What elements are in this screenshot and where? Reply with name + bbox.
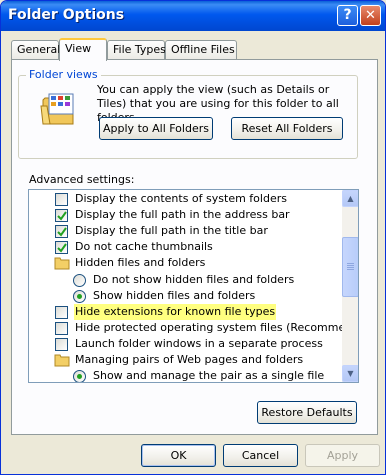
checkbox-checked[interactable] <box>55 209 68 223</box>
apply-button[interactable]: Apply <box>305 444 380 467</box>
tab-strip: General View File Types Offline Files <box>11 38 381 61</box>
advanced-settings-list[interactable]: Display the contents of system folders Di… <box>28 189 359 383</box>
check-mark-icon <box>57 243 67 253</box>
checkbox[interactable] <box>55 193 68 206</box>
settings-option-row[interactable]: Display the contents of system folders <box>29 191 342 207</box>
checkbox-checked[interactable] <box>55 241 68 255</box>
radio-button-selected[interactable] <box>73 370 86 382</box>
settings-option-label: Launch folder windows in a separate proc… <box>75 336 323 350</box>
scrollbar-thumb[interactable] <box>342 237 358 297</box>
tab-view[interactable]: View <box>59 38 107 61</box>
checkbox[interactable] <box>55 321 68 335</box>
folder-views-icon <box>40 93 74 125</box>
reset-all-folders-button[interactable]: Reset All Folders <box>231 117 343 140</box>
settings-group-header: Hidden files and folders <box>29 255 342 271</box>
advanced-settings-items: Display the contents of system folders Di… <box>29 190 358 383</box>
check-mark-icon <box>57 227 67 237</box>
settings-option-label: Show hidden files and folders <box>93 288 256 302</box>
settings-option-row[interactable]: Display the full path in the address bar <box>29 207 342 223</box>
radio-button[interactable] <box>73 273 86 287</box>
settings-option-row[interactable]: Do not show hidden files and folders <box>29 272 342 288</box>
checkbox-checked[interactable] <box>55 225 68 239</box>
settings-option-label: Managing pairs of Web pages and folders <box>75 353 304 366</box>
settings-option-label: Show and manage the pair as a single fil… <box>93 369 325 383</box>
folder-icon <box>54 354 70 367</box>
settings-option-label: Display the full path in the title bar <box>75 224 268 238</box>
settings-option-row[interactable]: Hide extensions for known file types <box>29 303 342 320</box>
window-title: Folder Options <box>8 7 125 23</box>
radio-button-selected[interactable] <box>73 289 86 303</box>
tab-file-types[interactable]: File Types <box>107 40 166 59</box>
close-button[interactable]: ✕ <box>360 5 381 26</box>
settings-option-label: Hide extensions for known file types <box>74 303 277 320</box>
settings-option-label: Hide protected operating system files (R… <box>75 320 359 334</box>
settings-option-label: Display the contents of system folders <box>75 192 287 205</box>
settings-option-row[interactable]: Launch folder windows in a separate proc… <box>29 336 342 352</box>
tab-general[interactable]: General <box>11 40 60 59</box>
title-bar[interactable]: Folder Options ? ✕ <box>1 1 385 31</box>
settings-option-label: Display the full path in the address bar <box>75 208 290 222</box>
settings-option-row[interactable]: Hide protected operating system files (R… <box>29 320 358 336</box>
cancel-button[interactable]: Cancel <box>223 444 298 467</box>
check-mark-icon <box>57 211 67 221</box>
scroll-up-arrow-icon[interactable]: ▲ <box>342 190 358 207</box>
tab-offline-files[interactable]: Offline Files <box>165 40 237 59</box>
scroll-down-arrow-icon[interactable]: ▼ <box>342 365 358 382</box>
folder-options-dialog: Folder Options ? ✕ General View File Typ… <box>0 0 386 475</box>
checkbox[interactable] <box>55 337 68 351</box>
settings-option-label: Do not cache thumbnails <box>75 240 213 254</box>
folder-views-legend: Folder views <box>26 68 101 81</box>
settings-option-row[interactable]: Do not cache thumbnails <box>29 239 342 255</box>
help-button[interactable]: ? <box>337 5 358 26</box>
restore-defaults-button[interactable]: Restore Defaults <box>257 401 357 424</box>
advanced-settings-label: Advanced settings: <box>29 173 135 186</box>
settings-group-header: Managing pairs of Web pages and folders <box>29 352 342 368</box>
folder-icon <box>54 257 70 270</box>
ok-button[interactable]: OK <box>141 444 216 467</box>
settings-option-label: Hidden files and folders <box>75 256 206 270</box>
apply-to-all-folders-button[interactable]: Apply to All Folders <box>99 117 213 140</box>
settings-option-label: Do not show hidden files and folders <box>93 272 295 286</box>
settings-option-row[interactable]: Display the full path in the title bar <box>29 223 342 239</box>
settings-option-row[interactable]: Show hidden files and folders <box>29 288 342 304</box>
checkbox[interactable] <box>55 305 68 319</box>
settings-option-row[interactable]: Show and manage the pair as a single fil… <box>29 368 342 383</box>
list-scrollbar[interactable]: ▲ ▼ <box>342 190 358 382</box>
